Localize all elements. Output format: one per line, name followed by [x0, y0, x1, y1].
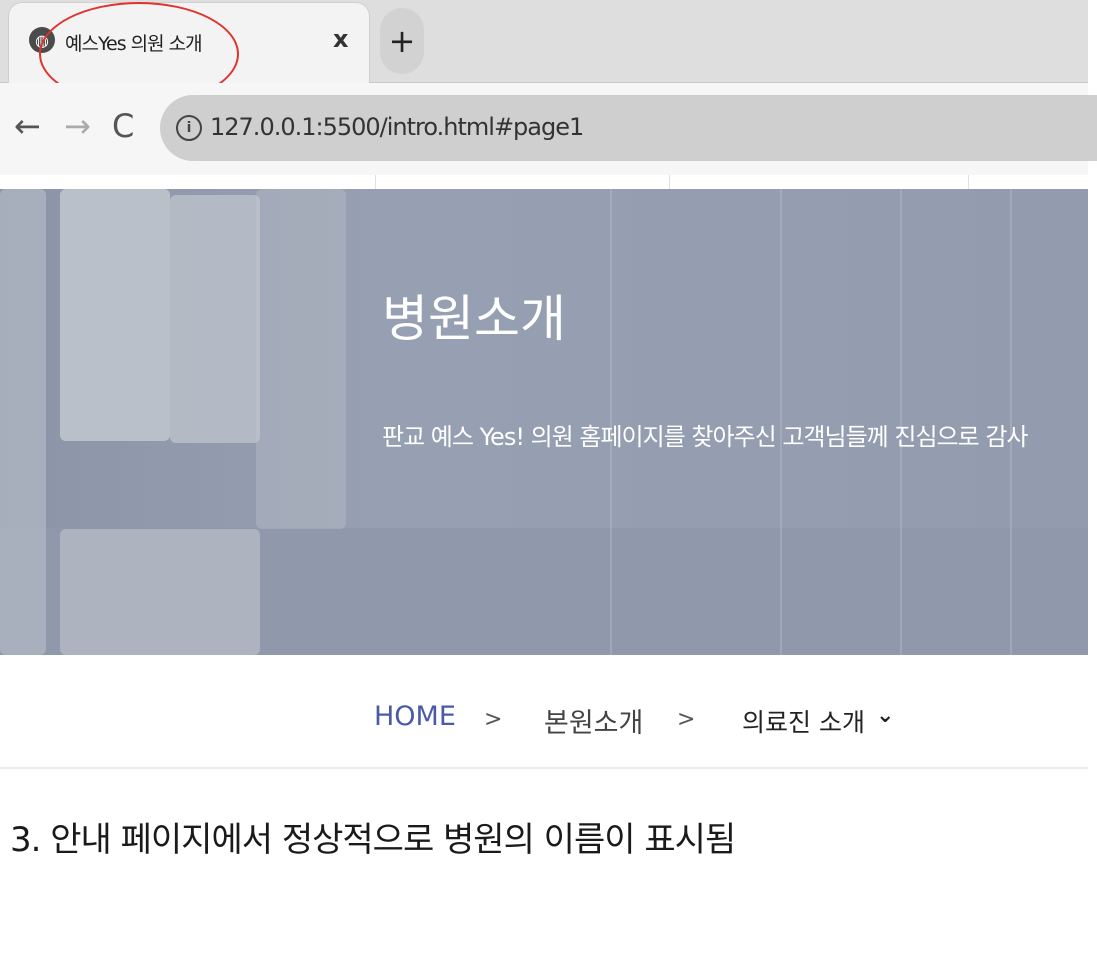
equipment-image — [60, 189, 170, 441]
equipment-image — [60, 529, 260, 655]
equipment-image — [0, 189, 46, 655]
tab-bar: ◍ 예스Yes 의원 소개 x + — [0, 0, 1088, 106]
back-arrow-icon[interactable]: ← — [14, 107, 41, 145]
equipment-image — [170, 195, 260, 443]
reload-icon[interactable]: C — [112, 107, 134, 145]
breadcrumb-separator: > — [677, 707, 696, 732]
breadcrumb-level3-dropdown[interactable]: 의료진 소개 — [742, 703, 865, 739]
address-bar[interactable]: i 127.0.0.1:5500/intro.html#page1 — [160, 95, 1097, 161]
url-text[interactable]: 127.0.0.1:5500/intro.html#page1 — [210, 113, 584, 141]
chevron-down-icon[interactable]: ⌄ — [876, 703, 894, 728]
browser-toolbar: ← → C i 127.0.0.1:5500/intro.html#page1 — [0, 83, 1097, 175]
breadcrumb-home-link[interactable]: HOME — [374, 701, 456, 732]
caption-note: 3. 안내 페이지에서 정상적으로 병원의 이름이 표시됨 — [10, 820, 736, 860]
breadcrumb-level2-link[interactable]: 본원소개 — [544, 701, 643, 740]
forward-arrow-icon[interactable]: → — [64, 107, 91, 145]
hero-title: 병원소개 — [382, 290, 566, 348]
new-tab-button[interactable]: + — [380, 8, 424, 74]
breadcrumb-separator: > — [484, 707, 503, 732]
breadcrumb: HOME > 본원소개 > 의료진 소개 ⌄ — [0, 655, 1088, 769]
hero-banner: 병원소개 판교 예스 Yes! 의원 홈페이지를 찾아주신 고객님들께 진심으로… — [0, 189, 1088, 655]
site-nav-strip — [0, 175, 1088, 189]
info-icon[interactable]: i — [176, 115, 202, 141]
equipment-image — [256, 189, 346, 529]
close-tab-icon[interactable]: x — [333, 25, 348, 53]
hero-subtitle: 판교 예스 Yes! 의원 홈페이지를 찾아주신 고객님들께 진심으로 감사 — [382, 423, 1028, 451]
